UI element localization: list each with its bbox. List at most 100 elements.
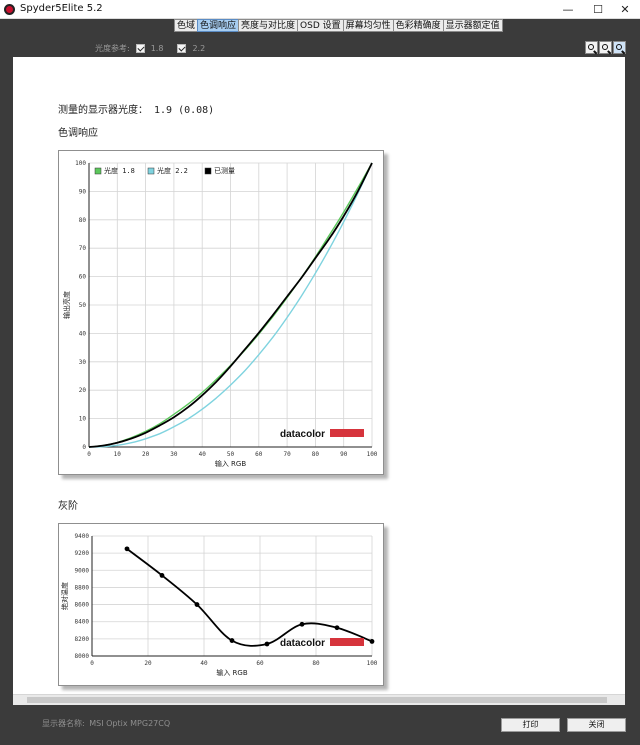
datacolor-logo: datacolor	[280, 429, 325, 440]
zoom-in-icon[interactable]	[585, 41, 598, 55]
horizontal-scrollbar[interactable]	[13, 694, 625, 705]
tab-display-rating[interactable]: 显示器额定值	[442, 19, 503, 32]
y-tick-label: 90	[79, 188, 87, 195]
tab-color-accuracy[interactable]: 色彩精确度	[392, 19, 444, 32]
data-point	[229, 638, 235, 643]
tab-osd-settings[interactable]: OSD 设置	[297, 19, 344, 32]
tab-brightness-contrast[interactable]: 亮度与对比度	[238, 19, 299, 32]
y-tick-label: 8000	[75, 653, 90, 660]
y-tick-label: 100	[75, 160, 86, 167]
y-axis-label: 绝对温度	[60, 582, 69, 610]
y-tick-label: 9000	[75, 567, 90, 574]
gamma-1-8-label: 1.8	[150, 43, 164, 53]
measured-gamma: 测量的显示器光度： 1.9 (0.08)	[58, 101, 214, 116]
legend-entry-0: 光度 1.8	[104, 166, 135, 175]
gamma-reference-label: 光度参考:	[95, 43, 130, 53]
spyder-app-icon	[4, 4, 15, 15]
x-tick-label: 30	[170, 451, 178, 458]
zoom-out-icon[interactable]	[599, 41, 612, 55]
data-point	[334, 625, 340, 631]
gamma-1-8-checkbox[interactable]	[135, 43, 145, 53]
x-tick-label: 60	[256, 660, 264, 667]
y-tick-label: 9200	[75, 550, 90, 557]
x-tick-label: 0	[90, 660, 94, 667]
datacolor-logo: datacolor	[280, 638, 325, 649]
data-point	[194, 602, 200, 607]
x-tick-label: 10	[114, 451, 122, 458]
zoom-fit-icon[interactable]	[613, 41, 626, 55]
grayscale-title: 灰阶	[58, 501, 78, 512]
tab-bar: 色域 色调响应 亮度与对比度 OSD 设置 屏幕均匀性 色彩精确度 显示器额定值	[174, 19, 503, 32]
x-tick-label: 40	[200, 660, 208, 667]
gamma-reference-bar: 光度参考: 1.8 2.2	[95, 41, 205, 55]
grayscale-chart: 0 20 40 60 80 100 8000 8200 8400 8600 8800 9000 9200…	[58, 523, 384, 686]
y-tick-label: 40	[79, 330, 87, 337]
report-panel: 测量的显示器光度： 1.9 (0.08) 色调响应 0 10 20 30 40 50 60 70…	[13, 57, 625, 694]
window-title: Spyder5Elite 5.2	[20, 3, 103, 14]
datacolor-logo-bar	[330, 638, 364, 646]
y-tick-label: 60	[79, 274, 87, 281]
close-button[interactable]: 关闭	[567, 718, 626, 732]
data-point	[124, 546, 130, 552]
y-tick-label: 50	[79, 302, 87, 309]
print-button[interactable]: 打印	[501, 718, 560, 732]
y-tick-label: 80	[79, 217, 87, 224]
tone-response-chart: 0 10 20 30 40 50 60 70 80 90 100 0 10 20 30 40 50 60 70 80 9…	[58, 150, 384, 475]
x-tick-label: 80	[312, 451, 320, 458]
y-tick-label: 8200	[75, 636, 90, 643]
display-model: MSI Optix MPG27CQ	[89, 719, 171, 728]
minimize-button[interactable]: —	[553, 0, 583, 19]
display-name-status: 显示器名称: MSI Optix MPG27CQ	[42, 718, 170, 729]
legend-entry-2: 已测量	[214, 167, 235, 175]
x-tick-label: 20	[144, 660, 152, 667]
legend-entry-1: 光度 2.2	[157, 166, 188, 175]
datacolor-logo-bar	[330, 429, 364, 437]
data-point	[369, 639, 375, 644]
tone-response-title: 色调响应	[58, 128, 98, 139]
y-tick-label: 8800	[75, 584, 90, 591]
maximize-button[interactable]: ☐	[583, 0, 613, 19]
tab-gamut[interactable]: 色域	[174, 19, 199, 32]
y-axis-label: 输出亮度	[62, 291, 71, 319]
scrollbar-thumb[interactable]	[27, 697, 607, 703]
tone-response-svg: 0 10 20 30 40 50 60 70 80 90 100 0 10 20 30 40 50 60 70 80 9…	[62, 160, 378, 468]
y-tick-label: 8600	[75, 602, 90, 609]
gamma-2-2-label: 2.2	[192, 43, 206, 53]
close-window-button[interactable]: ✕	[610, 0, 640, 19]
y-tick-label: 70	[79, 245, 87, 252]
y-tick-label: 8400	[75, 619, 90, 626]
data-point	[299, 621, 305, 627]
x-axis-label: 输入 RGB	[216, 668, 248, 677]
y-tick-label: 30	[79, 359, 87, 366]
title-bar: Spyder5Elite 5.2 — ☐ ✕	[0, 0, 640, 19]
data-point	[159, 573, 165, 578]
y-tick-label: 0	[82, 444, 86, 451]
y-tick-label: 20	[79, 387, 87, 394]
x-tick-label: 60	[255, 451, 263, 458]
gamma-2-2-checkbox[interactable]	[177, 43, 187, 53]
legend-swatch-2	[204, 167, 212, 175]
legend-swatch-0	[94, 167, 102, 175]
tab-tone-response[interactable]: 色调响应	[197, 19, 240, 32]
x-tick-label: 90	[340, 451, 348, 458]
x-tick-label: 100	[367, 451, 378, 458]
grayscale-svg: 0 20 40 60 80 100 8000 8200 8400 8600 8800 9000 9200…	[60, 533, 378, 677]
y-tick-label: 9400	[75, 533, 90, 540]
x-axis-label: 输入 RGB	[215, 459, 247, 468]
tab-screen-uniformity[interactable]: 屏幕均匀性	[342, 19, 394, 32]
x-tick-label: 80	[312, 660, 320, 667]
measured-gamma-value: 1.9 (0.08)	[154, 105, 215, 116]
measured-gamma-label: 测量的显示器光度：	[58, 105, 148, 116]
x-tick-label: 70	[283, 451, 291, 458]
display-name-label: 显示器名称:	[42, 719, 85, 728]
x-tick-label: 50	[227, 451, 235, 458]
legend-swatch-1	[147, 167, 155, 175]
x-tick-label: 0	[87, 451, 91, 458]
x-tick-label: 20	[142, 451, 150, 458]
x-tick-label: 40	[199, 451, 207, 458]
series-line-0	[126, 548, 373, 647]
y-tick-label: 10	[79, 416, 87, 423]
app-body: 色域 色调响应 亮度与对比度 OSD 设置 屏幕均匀性 色彩精确度 显示器额定值…	[0, 19, 640, 745]
x-tick-label: 100	[367, 660, 378, 667]
data-point	[264, 641, 270, 647]
